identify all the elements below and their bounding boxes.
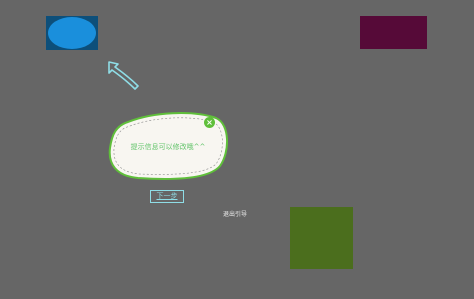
guide-target-green-box (290, 207, 353, 269)
next-step-button[interactable]: 下一步 (150, 190, 184, 203)
tooltip-message: 提示信息可以修改哦^^ (130, 143, 206, 151)
pointer-arrow-icon (108, 61, 139, 90)
blue-ellipse (48, 17, 96, 49)
guide-target-ellipse-box (46, 16, 98, 50)
exit-guide-button[interactable]: 退出引导 (220, 210, 250, 220)
close-icon[interactable]: × (204, 117, 215, 128)
guide-target-purple-box (360, 16, 427, 49)
